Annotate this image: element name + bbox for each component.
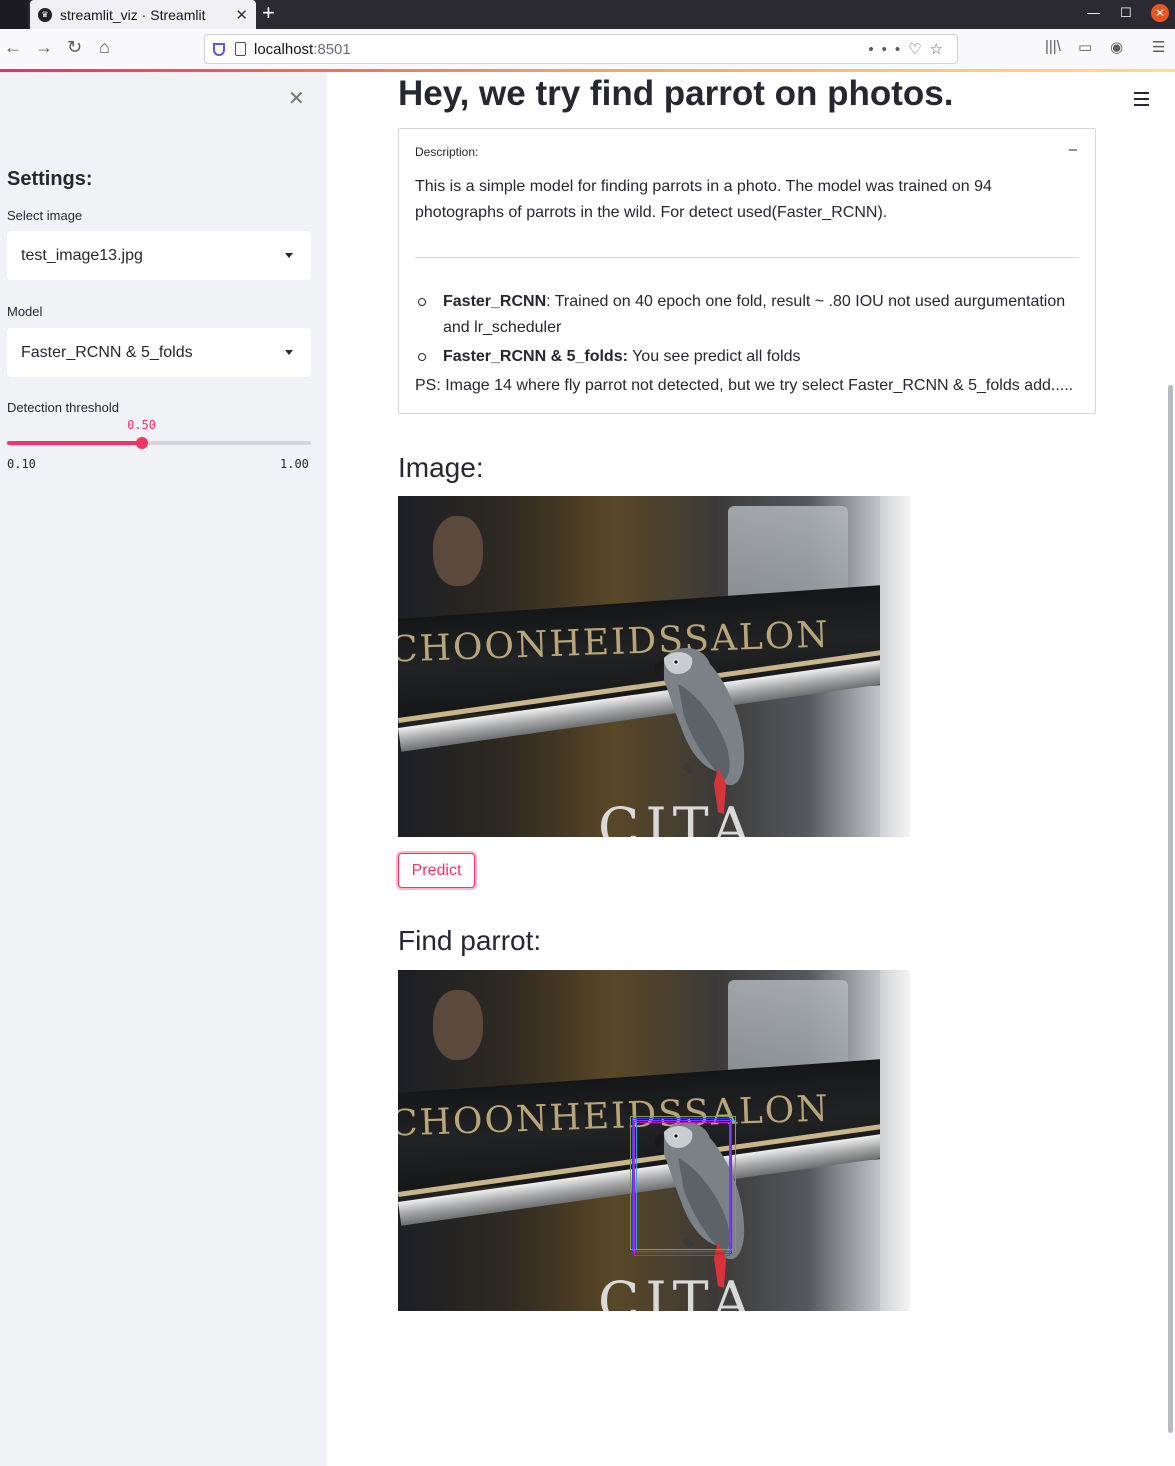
tab-strip-left: [0, 0, 28, 29]
image-subheader: Image:: [398, 452, 484, 483]
parrot-image: [654, 647, 745, 814]
library-icon[interactable]: |||\: [1045, 38, 1061, 55]
input-photo: CHOONHEIDSSALON CITA: [398, 496, 910, 837]
sidebar-toggle-icon[interactable]: ▭: [1078, 38, 1092, 56]
detection-box: [633, 1120, 731, 1252]
forward-icon[interactable]: →: [35, 37, 53, 58]
streamlit-favicon-icon: ♛: [38, 7, 52, 22]
page-info-icon[interactable]: [235, 42, 246, 56]
predict-button[interactable]: Predict: [398, 853, 475, 888]
photo-reflection-face: [433, 516, 483, 586]
photo-window-frame: [880, 970, 910, 1311]
scrollbar[interactable]: [1168, 385, 1173, 1433]
sidebar-close-icon[interactable]: ✕: [288, 86, 305, 111]
collapse-icon[interactable]: –: [1069, 141, 1077, 158]
result-subheader: Find parrot:: [398, 925, 542, 956]
list-item: Faster_RCNN & 5_folds: You see predict a…: [415, 344, 1079, 370]
select-image-dropdown[interactable]: test_image13.jpg: [7, 231, 311, 280]
photo-window-frame: [880, 496, 910, 837]
maximize-icon[interactable]: ☐: [1120, 5, 1132, 21]
sidebar: ✕ Settings: Select image test_image13.jp…: [0, 72, 327, 1466]
list-item-text: You see predict all folds: [627, 348, 801, 365]
caret-down-icon: [285, 350, 293, 355]
tab-title: streamlit_viz · Streamlit: [60, 6, 206, 23]
select-image-label: Select image: [7, 208, 83, 223]
minimize-icon[interactable]: —: [1087, 5, 1100, 20]
threshold-slider-thumb[interactable]: [136, 437, 149, 449]
list-item: Faster_RCNN: Trained on 40 epoch one fol…: [415, 289, 1079, 341]
model-value: Faster_RCNN & 5_folds: [21, 343, 193, 361]
threshold-max: 1.00: [280, 457, 309, 471]
list-item-bold: Faster_RCNN & 5_folds:: [443, 348, 628, 365]
model-label: Model: [7, 304, 43, 319]
tab-close-icon[interactable]: ✕: [235, 6, 248, 24]
model-dropdown[interactable]: Faster_RCNN & 5_folds: [7, 328, 311, 377]
home-icon[interactable]: ⌂: [99, 37, 110, 58]
threshold-min: 0.10: [7, 457, 36, 471]
threshold-value: 0.50: [127, 418, 156, 432]
description-text: This is a simple model for finding parro…: [415, 178, 992, 221]
back-icon[interactable]: ←: [4, 37, 22, 58]
url-host: localhost: [254, 40, 314, 58]
expander-label[interactable]: Description:: [415, 145, 478, 159]
threshold-label: Detection threshold: [7, 400, 120, 415]
page-title: Hey, we try find parrot on photos.: [398, 74, 954, 113]
bullet-icon: [418, 353, 426, 361]
threshold-slider-fill: [7, 441, 143, 445]
select-image-value: test_image13.jpg: [21, 246, 143, 264]
main-menu-icon[interactable]: [1134, 92, 1149, 110]
sidebar-header: Settings:: [7, 168, 93, 190]
app-menu-icon[interactable]: ☰: [1152, 38, 1165, 56]
browser-tabbar: ♛ streamlit_viz · Streamlit ✕ + — ☐ ✕: [0, 0, 1175, 29]
threshold-slider[interactable]: [7, 437, 311, 449]
list-item-bold: Faster_RCNN: [443, 293, 547, 310]
description-expander: Description: – This is a simple model fo…: [398, 128, 1096, 414]
url-port: :8501: [313, 40, 351, 58]
tracking-shield-icon[interactable]: [213, 42, 225, 56]
browser-tab[interactable]: ♛ streamlit_viz · Streamlit ✕: [30, 0, 256, 29]
ps-note: PS: Image 14 where fly parrot not detect…: [415, 377, 1074, 394]
result-photo: CHOONHEIDSSALON CITA: [398, 970, 910, 1311]
reload-icon[interactable]: ↻: [67, 37, 82, 58]
account-icon[interactable]: ◉: [1110, 38, 1123, 56]
divider: [415, 257, 1079, 258]
new-tab-icon[interactable]: +: [262, 1, 275, 25]
bullet-icon: [418, 298, 426, 306]
browser-navbar: ← → ↻ ⌂ localhost :8501 •••♡☆ |||\ ▭ ◉ ☰: [0, 29, 1175, 70]
window-close-icon[interactable]: ✕: [1151, 4, 1169, 22]
model-list: Faster_RCNN: Trained on 40 epoch one fol…: [415, 289, 1079, 373]
photo-reflection-face: [433, 990, 483, 1060]
caret-down-icon: [285, 253, 293, 258]
url-actions-icons[interactable]: •••♡☆: [868, 40, 951, 58]
url-bar[interactable]: localhost :8501 •••♡☆: [204, 34, 958, 64]
